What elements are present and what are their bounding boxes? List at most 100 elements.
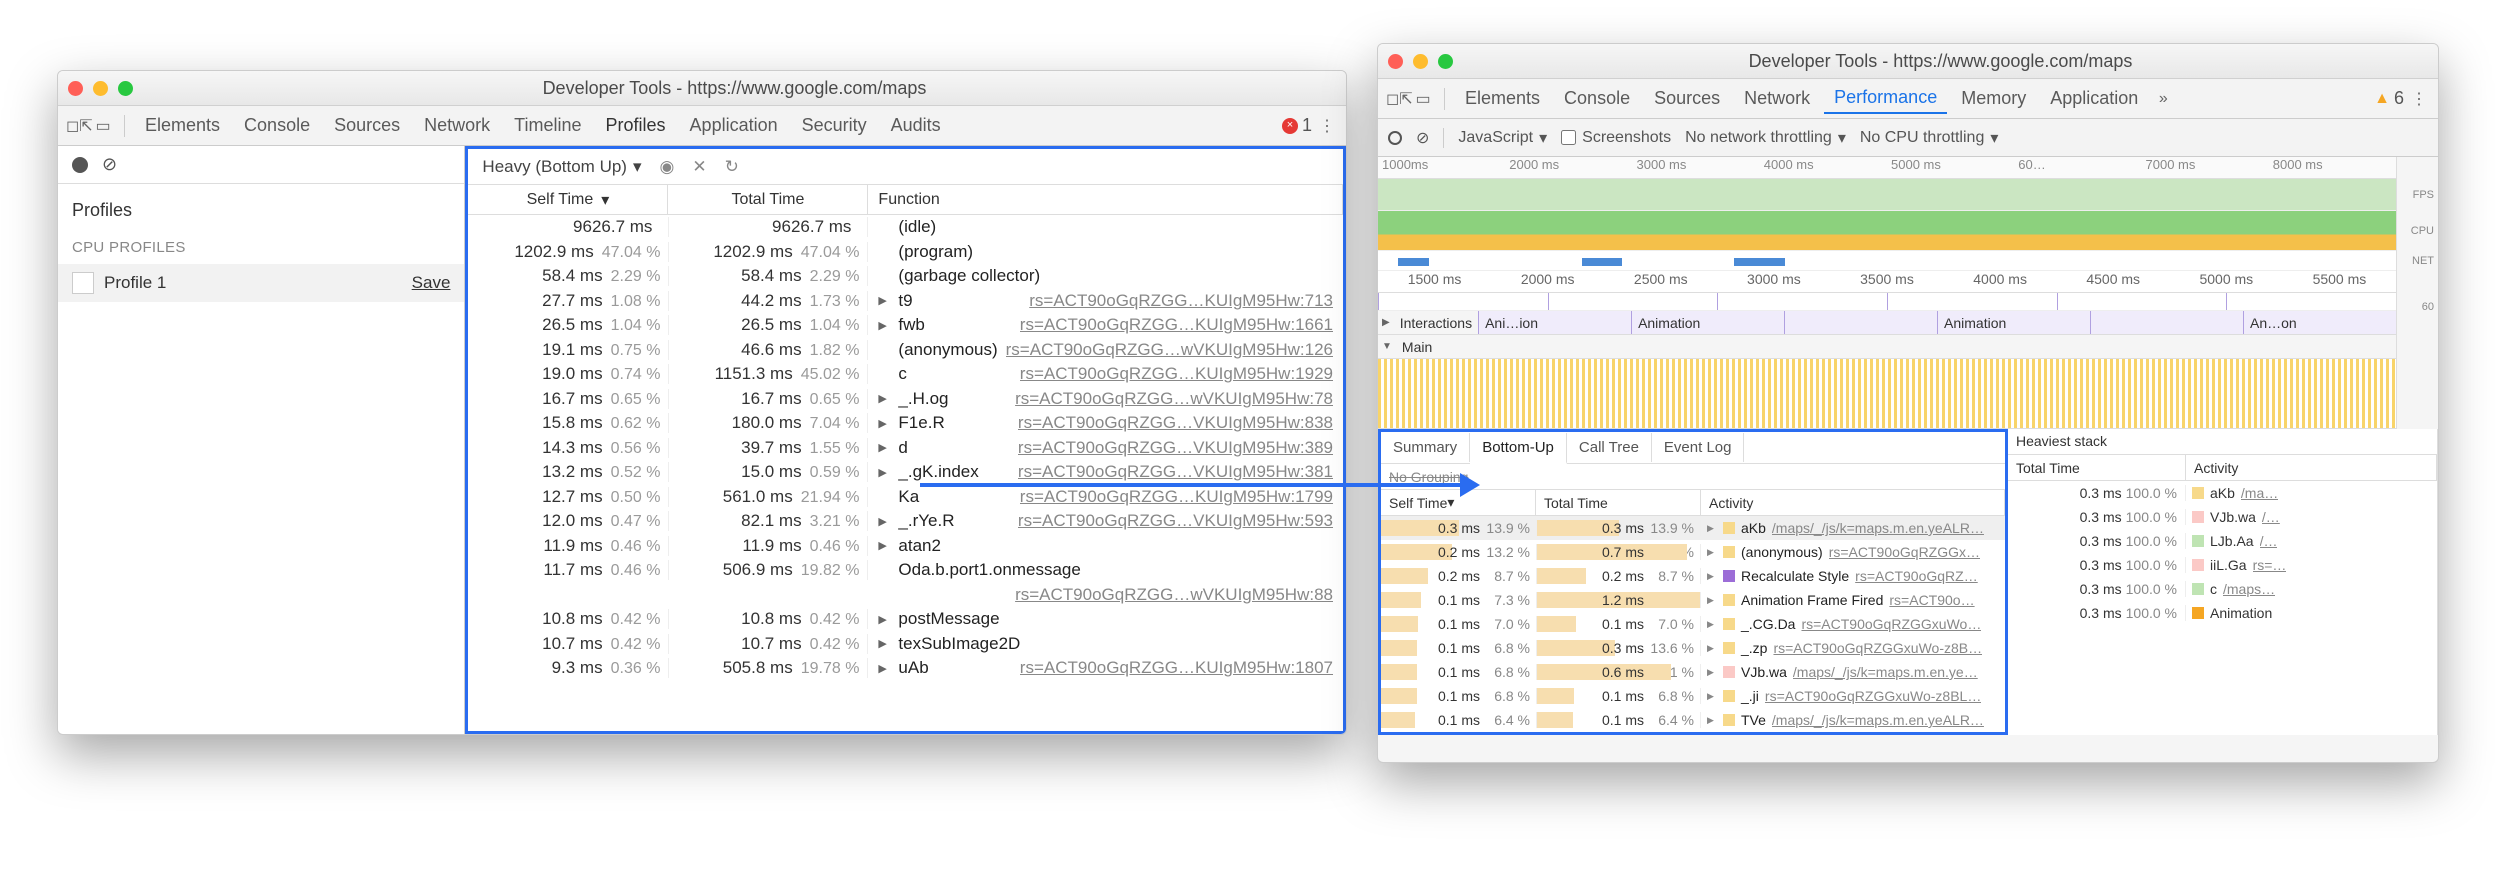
table-row[interactable]: 0.3 ms100.0 %VJb.wa /… [2008,505,2437,529]
expand-icon[interactable]: ▶ [878,637,890,650]
record-icon[interactable] [72,157,88,173]
tab-console[interactable]: Console [1554,84,1640,113]
source-link[interactable]: rs=ACT90oGqRZGG…KUIgM95Hw:1799 [1020,487,1343,507]
tab-elements[interactable]: Elements [1455,84,1550,113]
clear-icon[interactable]: ⊘ [102,154,117,175]
zoom-icon[interactable] [1438,54,1453,69]
expand-icon[interactable]: ▶ [1707,715,1717,726]
table-row[interactable]: 11.7 ms0.46 %506.9 ms19.82 %Oda.b.port1.… [468,558,1343,583]
expand-icon[interactable]: ▶ [878,466,890,479]
table-row[interactable]: 26.5 ms1.04 %26.5 ms1.04 %▶fwbrs=ACT90oG… [468,313,1343,338]
detail-ruler[interactable]: 1500 ms2000 ms2500 ms3000 ms3500 ms4000 … [1378,271,2396,293]
view-mode-select[interactable]: Heavy (Bottom Up) ▾ [482,157,641,177]
table-row[interactable]: 14.3 ms0.56 %39.7 ms1.55 %▶drs=ACT90oGqR… [468,436,1343,461]
col-total-time[interactable]: Total Time [668,185,868,214]
traffic-lights[interactable] [1388,54,1453,69]
source-link[interactable]: rs=ACT90oGqRZGG…VKUIgM95Hw:838 [1018,413,1343,433]
scope-select[interactable]: JavaScript ▾ [1458,128,1547,148]
network-throttle-select[interactable]: No network throttling ▾ [1685,128,1846,148]
table-row[interactable]: 0.3 ms100.0 %iiL.Ga rs=… [2008,553,2437,577]
table-row[interactable]: 11.9 ms0.46 %11.9 ms0.46 %▶atan2 [468,534,1343,559]
kebab-icon[interactable]: ⋮ [2408,89,2430,109]
table-row[interactable]: 13.2 ms0.52 %15.0 ms0.59 %▶_.gK.indexrs=… [468,460,1343,485]
source-link[interactable]: /maps/_/js/k=maps.m.en.yeALR… [1772,520,1984,536]
table-row[interactable]: 0.1 ms7.0 %0.1 ms7.0 %▶_.CG.Da rs=ACT90o… [1381,612,2005,636]
tab-performance[interactable]: Performance [1824,83,1947,114]
expand-icon[interactable]: ▶ [878,392,890,405]
table-row[interactable]: 16.7 ms0.65 %16.7 ms0.65 %▶_.H.ogrs=ACT9… [468,387,1343,412]
table-row[interactable]: 27.7 ms1.08 %44.2 ms1.73 %▶t9rs=ACT90oGq… [468,289,1343,314]
expand-icon[interactable]: ▶ [878,319,890,332]
flame-chart[interactable] [1378,359,2396,429]
tab-application[interactable]: Application [2040,84,2148,113]
tab-audits[interactable]: Audits [881,111,951,140]
table-row[interactable]: 15.8 ms0.62 %180.0 ms7.04 %▶F1e.Rrs=ACT9… [468,411,1343,436]
expand-icon[interactable]: ▶ [1707,547,1717,558]
table-row[interactable]: rs=ACT90oGqRZGG…wVKUIgM95Hw:88 [468,583,1343,608]
table-row[interactable]: 0.3 ms100.0 %LJb.Aa /… [2008,529,2437,553]
expand-icon[interactable]: ▶ [1707,643,1717,654]
table-row[interactable]: 0.3 ms100.0 %aKb /ma… [2008,481,2437,505]
close-icon[interactable] [1388,54,1403,69]
record-icon[interactable] [1388,131,1402,145]
source-link[interactable]: rs=ACT90oGqRZGG…VKUIgM95Hw:593 [1018,511,1343,531]
exclude-icon[interactable]: ✕ [692,157,706,177]
source-link[interactable]: rs=ACT90oGqRZGG…wVKUIgM95Hw:88 [1015,585,1343,605]
table-row[interactable]: 0.2 ms8.7 %0.2 ms8.7 %▶Recalculate Style… [1381,564,2005,588]
tab-network[interactable]: Network [414,111,500,140]
table-row[interactable]: 58.4 ms2.29 %58.4 ms2.29 %(garbage colle… [468,264,1343,289]
source-link[interactable]: rs=ACT90oGqRZ… [1855,568,1978,584]
traffic-lights[interactable] [68,81,133,96]
table-row[interactable]: 1202.9 ms47.04 %1202.9 ms47.04 %(program… [468,240,1343,265]
table-row[interactable]: 0.1 ms6.8 %0.6 ms34.1 %▶VJb.wa /maps/_/j… [1381,660,2005,684]
expand-icon[interactable]: ▶ [878,662,890,675]
source-link[interactable]: rs=ACT90oGqRZGGxuWo… [1801,616,1981,632]
source-link[interactable]: rs=ACT90oGqRZGG…KUIgM95Hw:1661 [1020,315,1343,335]
inspect-icon[interactable]: ◻⇱ [66,116,88,136]
tab-profiles[interactable]: Profiles [596,111,676,140]
table-row[interactable]: 9626.7 ms9626.7 ms(idle) [468,215,1343,240]
device-icon[interactable]: ▭ [92,116,114,136]
table-row[interactable]: 0.3 ms100.0 %c /maps… [2008,577,2437,601]
source-link[interactable]: /… [2260,533,2278,549]
table-row[interactable]: 0.2 ms13.2 %0.7 ms38.4 %▶(anonymous) rs=… [1381,540,2005,564]
tab-timeline[interactable]: Timeline [504,111,591,140]
col-activity[interactable]: Activity [2186,455,2437,480]
table-row[interactable]: 19.1 ms0.75 %46.6 ms1.82 %(anonymous)rs=… [468,338,1343,363]
more-tabs-icon[interactable]: » [2152,90,2174,108]
fps-overview[interactable] [1378,179,2396,211]
source-link[interactable]: /… [2262,509,2280,525]
minimize-icon[interactable] [93,81,108,96]
interactions-track[interactable]: ▶ Interactions Ani…ion Animation Animati… [1378,311,2396,335]
table-row[interactable]: 0.1 ms7.3 %1.2 ms64.7 %▶Animation Frame … [1381,588,2005,612]
main-track-header[interactable]: ▼ Main [1378,335,2396,359]
table-row[interactable]: 9.3 ms0.36 %505.8 ms19.78 %▶uAbrs=ACT90o… [468,656,1343,681]
expand-icon[interactable]: ▶ [878,441,890,454]
source-link[interactable]: rs=ACT90oGqRZGGxuWo-z8B… [1773,640,1982,656]
device-icon[interactable]: ▭ [1412,89,1434,109]
kebab-icon[interactable]: ⋮ [1316,116,1338,136]
source-link[interactable]: rs=ACT90oGqRZGGxuWo-z8BL… [1765,688,1981,704]
collapse-icon[interactable]: ▼ [1378,341,1396,352]
expand-icon[interactable]: ▶ [1707,619,1717,630]
table-row[interactable]: 0.1 ms6.4 %0.1 ms6.4 %▶TVe /maps/_/js/k=… [1381,708,2005,732]
source-link[interactable]: rs=ACT90oGqRZGG…KUIgM95Hw:1807 [1020,658,1343,678]
expand-icon[interactable]: ▶ [878,294,890,307]
source-link[interactable]: rs=ACT90oGqRZGG…KUIgM95Hw:1929 [1020,364,1343,384]
minimize-icon[interactable] [1413,54,1428,69]
expand-icon[interactable]: ▶ [878,539,890,552]
overview-ruler[interactable]: 1000ms2000 ms3000 ms4000 ms5000 ms60…700… [1378,157,2396,179]
cpu-throttle-select[interactable]: No CPU throttling ▾ [1860,128,1999,148]
col-total-time[interactable]: Total Time [1536,490,1701,515]
source-link[interactable]: rs=ACT90oGqRZGG…wVKUIgM95Hw:78 [1015,389,1343,409]
expand-icon[interactable]: ▶ [878,613,890,626]
expand-icon[interactable]: ▶ [878,515,890,528]
table-row[interactable]: 0.3 ms100.0 %Animation [2008,601,2437,625]
source-link[interactable]: rs=ACT90oGqRZGG…KUIgM95Hw:713 [1029,291,1343,311]
expand-icon[interactable]: ▶ [1707,523,1717,534]
table-row[interactable]: 10.7 ms0.42 %10.7 ms0.42 %▶texSubImage2D [468,632,1343,657]
tab-bottom-up[interactable]: Bottom-Up [1470,433,1567,464]
close-icon[interactable] [68,81,83,96]
tab-call-tree[interactable]: Call Tree [1567,433,1652,462]
grouping-select[interactable]: No Grouping [1381,464,2005,490]
